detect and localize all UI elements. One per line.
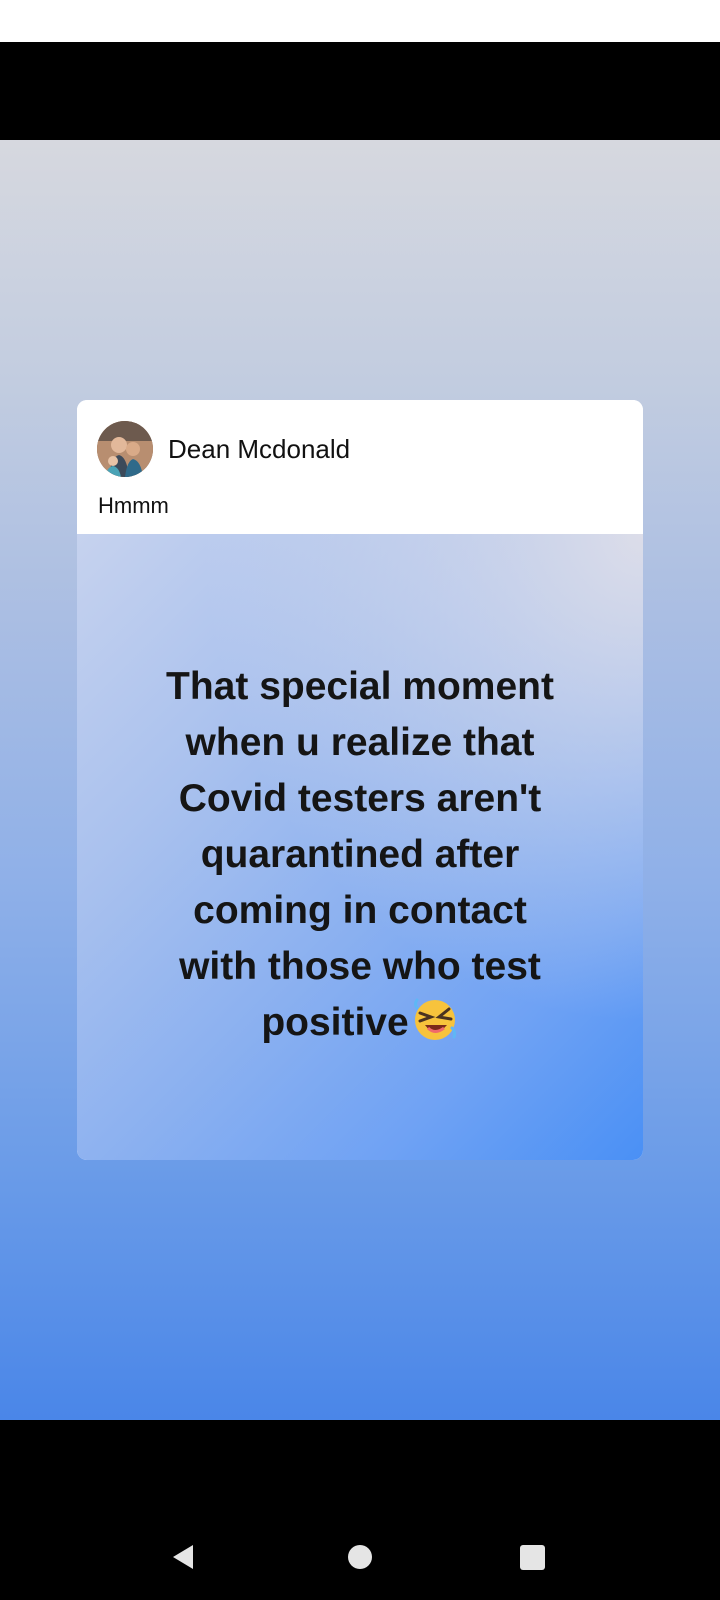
meme-text-line: with those who test [179, 945, 541, 988]
rolling-on-the-floor-laughing-emoji-icon [413, 998, 456, 1040]
shared-post-card[interactable]: Dean Mcdonald Hmmm That special moment w… [77, 400, 643, 1160]
post-header: Dean Mcdonald Hmmm [77, 400, 643, 534]
author-name[interactable]: Dean Mcdonald [168, 434, 350, 465]
back-icon[interactable] [171, 1543, 195, 1571]
meme-text-line: coming in contact [193, 889, 527, 932]
meme-text-line: positive [261, 1001, 409, 1044]
author-avatar[interactable] [97, 421, 153, 477]
meme-text-line: Covid testers aren't [178, 777, 542, 820]
top-system-bar [0, 42, 720, 140]
meme-image[interactable]: That special moment when u realize that … [77, 534, 643, 1160]
meme-text-line: That special moment [166, 665, 554, 708]
recents-icon[interactable] [520, 1545, 545, 1570]
status-bar [0, 0, 720, 42]
avatar-photo-icon [97, 421, 153, 477]
meme-text-line: when u realize that [185, 721, 535, 764]
meme-text: That special moment when u realize that … [97, 659, 623, 1051]
meme-text-last-line: positive [97, 995, 623, 1051]
post-caption: Hmmm [98, 493, 169, 518]
meme-text-line: quarantined after [200, 833, 520, 876]
navigation-bar [0, 1420, 720, 1600]
home-icon[interactable] [348, 1545, 372, 1569]
